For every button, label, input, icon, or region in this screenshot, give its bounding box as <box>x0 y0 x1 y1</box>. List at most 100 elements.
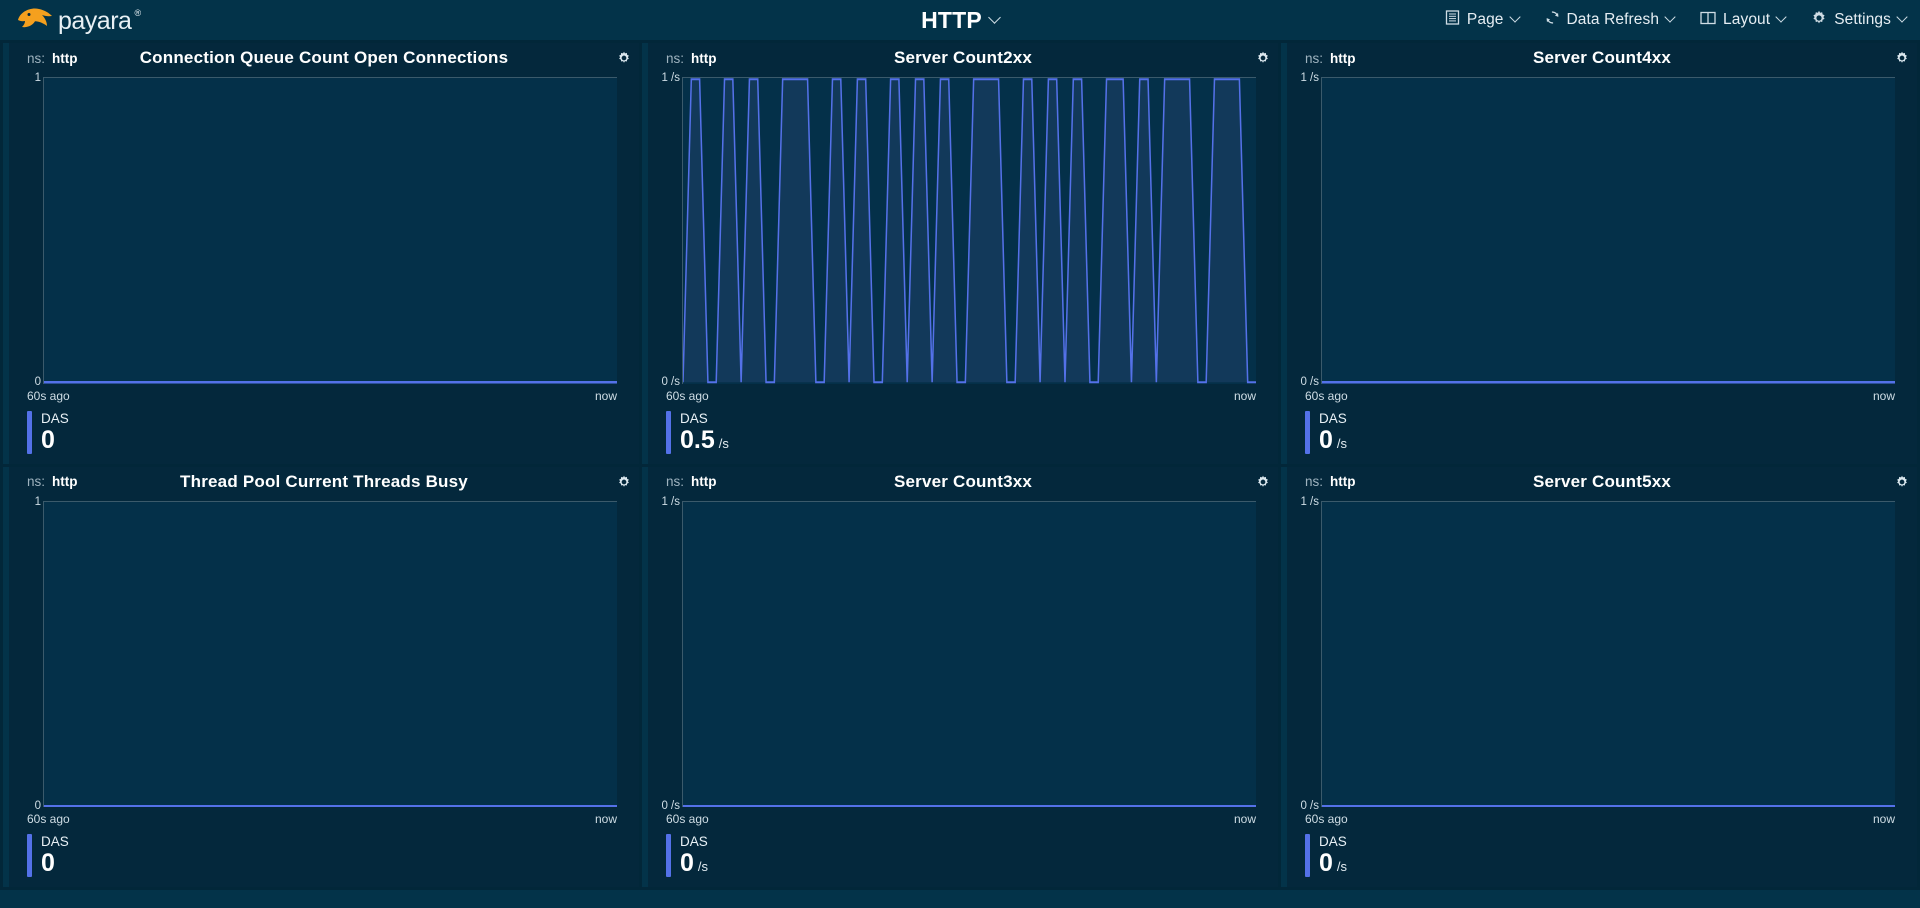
panel-server-count2xx[interactable]: ns: http Server Count2xx 1 /s 0 /s 60s a… <box>642 43 1278 464</box>
namespace-label: ns: <box>1305 51 1323 66</box>
x-axis-start-label: 60s ago <box>666 389 709 403</box>
y-axis-min-label: 0 /s <box>648 377 680 389</box>
legend-series-unit: /s <box>698 859 708 874</box>
series-line-das <box>683 78 1256 384</box>
namespace-label: ns: <box>666 51 684 66</box>
y-axis-max-label: 1 <box>9 73 41 85</box>
plot-canvas[interactable] <box>1321 501 1895 808</box>
payara-fish-logo-icon <box>14 3 56 38</box>
panel-thread-pool-current-threads-busy[interactable]: ns: http Thread Pool Current Threads Bus… <box>3 467 639 888</box>
chart-area: 1 /s 0 /s <box>648 77 1256 384</box>
panel-title: Server Count3xx <box>648 472 1278 492</box>
legend-color-swatch <box>1305 834 1310 877</box>
legend-series-unit: /s <box>1337 436 1347 451</box>
legend-series-value: 0 <box>41 427 55 454</box>
panel-settings-gear-icon[interactable] <box>1895 475 1909 489</box>
nav-menu-group: Page Data Refresh Layo <box>1445 0 1906 40</box>
panel-header: ns: http Connection Queue Count Open Con… <box>9 43 639 73</box>
legend-series-name: DAS <box>680 834 708 850</box>
namespace-label: ns: <box>666 474 684 489</box>
panel-header: ns: http Thread Pool Current Threads Bus… <box>9 467 639 497</box>
panel-legend[interactable]: DAS 0 <box>9 403 639 464</box>
panel-legend[interactable]: DAS 0 /s <box>1287 826 1917 887</box>
panel-header: ns: http Server Count5xx <box>1287 467 1917 497</box>
nav-item-page[interactable]: Page <box>1445 10 1519 30</box>
panel-server-count3xx[interactable]: ns: http Server Count3xx 1 /s 0 /s 60s a… <box>642 467 1278 888</box>
y-axis-max-label: 1 /s <box>648 497 680 509</box>
panel-server-count4xx[interactable]: ns: http Server Count4xx 1 /s 0 /s 60s a… <box>1281 43 1917 464</box>
nav-item-settings[interactable]: Settings <box>1811 10 1906 31</box>
nav-item-page-label: Page <box>1467 11 1504 29</box>
panel-title: Thread Pool Current Threads Busy <box>9 472 639 492</box>
nav-item-settings-label: Settings <box>1834 11 1891 29</box>
chart-area: 1 0 <box>9 77 617 384</box>
namespace-label: ns: <box>27 474 45 489</box>
series-line-das <box>1322 78 1895 384</box>
plot-canvas[interactable] <box>43 77 617 384</box>
layout-columns-icon <box>1700 11 1716 30</box>
panel-legend[interactable]: DAS 0 /s <box>1287 403 1917 464</box>
legend-series-name: DAS <box>680 411 729 427</box>
panel-title: Server Count4xx <box>1287 48 1917 68</box>
chevron-down-icon <box>988 11 1001 24</box>
namespace-value: http <box>1330 51 1355 66</box>
chart-area: 1 /s 0 /s <box>1287 77 1895 384</box>
y-axis-min-label: 0 /s <box>1287 801 1319 813</box>
legend-series-unit: /s <box>719 436 729 451</box>
y-axis-min-label: 0 <box>9 801 41 813</box>
panel-settings-gear-icon[interactable] <box>1256 51 1270 65</box>
series-line-das <box>1322 502 1895 808</box>
gear-icon <box>1811 10 1827 31</box>
chevron-down-icon <box>1664 11 1675 22</box>
y-axis-max-label: 1 /s <box>648 73 680 85</box>
panel-settings-gear-icon[interactable] <box>617 51 631 65</box>
legend-series-value: 0 <box>41 850 55 877</box>
refresh-icon <box>1545 10 1560 30</box>
nav-item-data-refresh-label: Data Refresh <box>1567 11 1660 29</box>
legend-series-name: DAS <box>1319 834 1347 850</box>
plot-canvas[interactable] <box>1321 77 1895 384</box>
panel-settings-gear-icon[interactable] <box>1256 475 1270 489</box>
x-axis-end-label: now <box>1873 389 1895 403</box>
namespace-value: http <box>1330 474 1355 489</box>
legend-series-value: 0 <box>680 850 694 877</box>
panel-server-count5xx[interactable]: ns: http Server Count5xx 1 /s 0 /s 60s a… <box>1281 467 1917 888</box>
legend-series-unit: /s <box>1337 859 1347 874</box>
panel-settings-gear-icon[interactable] <box>617 475 631 489</box>
page-title-dropdown[interactable]: HTTP <box>921 7 999 34</box>
panel-title: Server Count2xx <box>648 48 1278 68</box>
legend-color-swatch <box>666 834 671 877</box>
plot-canvas[interactable] <box>43 501 617 808</box>
legend-color-swatch <box>27 411 32 454</box>
panel-connection-queue-count-open-connections[interactable]: ns: http Connection Queue Count Open Con… <box>3 43 639 464</box>
y-axis-min-label: 0 /s <box>1287 377 1319 389</box>
panel-legend[interactable]: DAS 0 <box>9 826 639 887</box>
plot-canvas[interactable] <box>682 501 1256 808</box>
chart-area: 1 /s 0 /s <box>648 501 1256 808</box>
x-axis-end-label: now <box>595 812 617 826</box>
chart-area: 1 /s 0 /s <box>1287 501 1895 808</box>
series-line-das <box>683 502 1256 808</box>
panel-legend[interactable]: DAS 0 /s <box>648 826 1278 887</box>
x-axis-labels: 60s ago now <box>648 808 1278 826</box>
plot-canvas[interactable] <box>682 77 1256 384</box>
x-axis-start-label: 60s ago <box>666 812 709 826</box>
panel-header: ns: http Server Count3xx <box>648 467 1278 497</box>
dashboard-grid: ns: http Connection Queue Count Open Con… <box>0 40 1920 908</box>
chevron-down-icon <box>1776 11 1787 22</box>
legend-series-value: 0 <box>1319 427 1333 454</box>
legend-series-name: DAS <box>41 411 69 427</box>
page-list-icon <box>1445 10 1460 30</box>
legend-series-value: 0 <box>1319 850 1333 877</box>
panel-settings-gear-icon[interactable] <box>1895 51 1909 65</box>
panel-header: ns: http Server Count2xx <box>648 43 1278 73</box>
nav-item-layout[interactable]: Layout <box>1700 11 1785 30</box>
panel-legend[interactable]: DAS 0.5 /s <box>648 403 1278 464</box>
chart-area: 1 0 <box>9 501 617 808</box>
namespace-label: ns: <box>27 51 45 66</box>
nav-item-data-refresh[interactable]: Data Refresh <box>1545 10 1675 30</box>
brand-logo[interactable]: payara ® <box>0 0 140 40</box>
legend-series-value: 0.5 <box>680 427 715 454</box>
y-axis-min-label: 0 <box>9 377 41 389</box>
x-axis-end-label: now <box>595 389 617 403</box>
